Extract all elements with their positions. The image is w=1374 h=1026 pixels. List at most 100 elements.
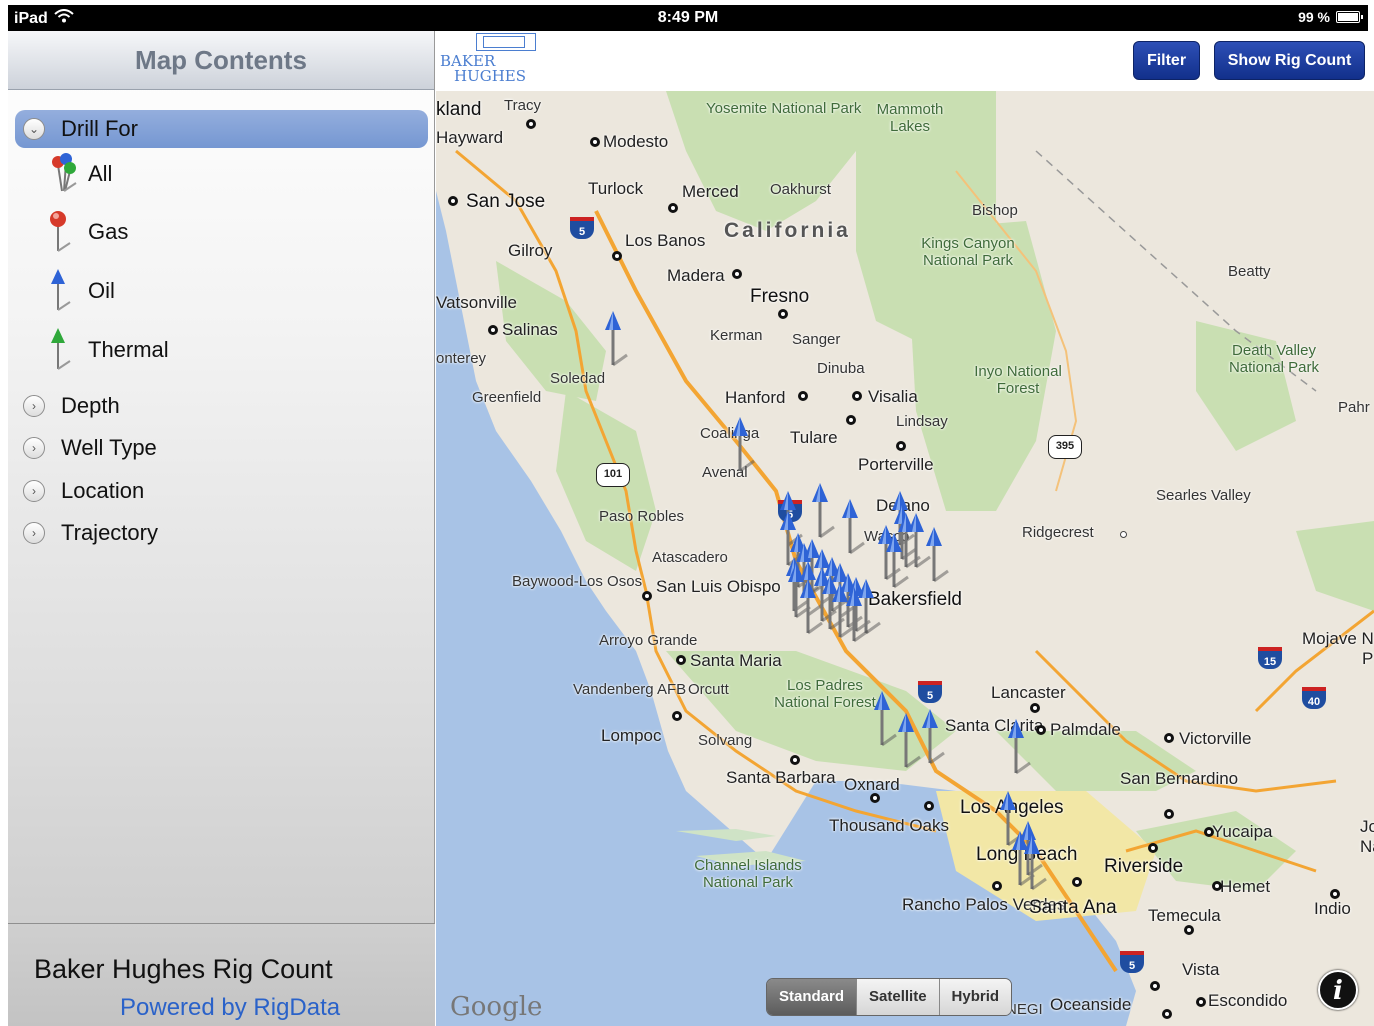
city-marker <box>526 119 536 129</box>
show-rig-count-button[interactable]: Show Rig Count <box>1214 41 1365 80</box>
city-label: Pahr <box>1338 399 1370 416</box>
oil-rig-pin[interactable] <box>896 713 922 773</box>
chevron-right-icon[interactable]: › <box>23 395 45 417</box>
green-pin-icon <box>51 328 71 370</box>
filter-item-label: All <box>88 161 113 186</box>
filter-button[interactable]: Filter <box>1133 41 1200 80</box>
city-marker <box>1330 889 1340 899</box>
filter-item-gas[interactable]: Gas <box>8 209 435 255</box>
tree-item-depth[interactable]: › Depth <box>8 391 435 421</box>
city-label: Visalia <box>868 387 918 406</box>
city-marker <box>992 881 1002 891</box>
chevron-right-icon[interactable]: › <box>23 437 45 459</box>
filter-item-all[interactable]: All <box>8 151 435 197</box>
city-label: Santa Maria <box>690 651 782 670</box>
oil-rig-pin[interactable] <box>603 311 629 371</box>
tree-item-label: Location <box>61 478 145 503</box>
city-label: Bakersfield <box>868 589 962 610</box>
city-label: Mojave N <box>1302 629 1374 648</box>
city-label: Oakhurst <box>770 181 831 198</box>
city-marker <box>896 441 906 451</box>
city-label: Vatsonville <box>436 293 517 312</box>
interstate-shield: 15 <box>1258 647 1282 669</box>
map-type-satellite[interactable]: Satellite <box>856 979 939 1015</box>
tree-item-trajectory[interactable]: › Trajectory <box>8 518 435 548</box>
city-label: Orcutt <box>688 681 729 698</box>
oil-rig-pin[interactable] <box>798 579 824 639</box>
oil-rig-pin[interactable] <box>920 709 946 769</box>
chevron-right-icon[interactable]: › <box>23 480 45 502</box>
city-label: Hayward <box>436 128 504 147</box>
tree-item-location[interactable]: › Location <box>8 476 435 506</box>
map-type-hybrid[interactable]: Hybrid <box>938 979 1012 1015</box>
tree-item-label: Trajectory <box>61 520 158 545</box>
info-icon[interactable]: i <box>1318 970 1358 1010</box>
city-label: Solvang <box>698 732 753 749</box>
chevron-down-icon[interactable]: ⌄ <box>23 118 45 140</box>
oil-rig-pin[interactable] <box>730 417 756 477</box>
city-label: Dinuba <box>817 360 865 377</box>
oil-rig-pin[interactable] <box>1022 835 1048 895</box>
city-label: Santa Barbara <box>726 768 836 787</box>
city-label: Escondido <box>1208 991 1288 1010</box>
us-highway-shield: 101 <box>596 463 630 487</box>
city-label: Fresno <box>750 286 810 307</box>
oil-rig-pin[interactable] <box>1006 719 1032 779</box>
oil-rig-pin[interactable] <box>840 499 866 559</box>
city-label: Tracy <box>504 97 541 114</box>
status-bar: iPad 8:49 PM 99 % <box>8 5 1368 31</box>
city-label: Atascadero <box>652 549 728 566</box>
oil-rig-pin[interactable] <box>872 691 898 751</box>
map-toolbar: BAKER HUGHES Filter Show Rig Count <box>436 31 1374 91</box>
filter-item-thermal[interactable]: Thermal <box>8 327 435 373</box>
city-label: Santa Ana <box>1029 897 1117 918</box>
oil-rig-pin[interactable] <box>844 587 870 647</box>
city-label: San Luis Obispo <box>656 577 781 596</box>
tree-item-well-type[interactable]: › Well Type <box>8 433 435 463</box>
city-label: Lindsay <box>896 413 948 430</box>
city-label: Salinas <box>502 320 558 339</box>
city-label: Oxnard <box>844 775 900 794</box>
powered-by-link[interactable]: Powered by RigData <box>120 994 340 1022</box>
city-marker <box>1148 843 1158 853</box>
city-label: Modesto <box>603 132 669 151</box>
city-label: Ridgecrest <box>1022 524 1094 541</box>
city-marker <box>1204 827 1214 837</box>
filter-item-label: Thermal <box>88 337 169 362</box>
city-marker <box>1164 809 1174 819</box>
city-label: onterey <box>436 350 487 367</box>
park-label: Kings Canyon National Park <box>921 235 1015 269</box>
map-type-standard[interactable]: Standard <box>767 979 857 1015</box>
baker-hughes-logo: BAKER HUGHES <box>440 33 536 89</box>
city-label: Paso Robles <box>599 508 685 525</box>
city-marker <box>1184 925 1194 935</box>
city-marker <box>1196 997 1206 1007</box>
city-label: Vandenberg AFB <box>573 681 687 698</box>
battery-icon <box>1336 11 1363 23</box>
city-label: Lompoc <box>601 726 662 745</box>
park-label: Death Valley National Park <box>1228 342 1320 376</box>
city-marker <box>798 391 808 401</box>
oil-rig-pin[interactable] <box>906 513 932 573</box>
tree-item-label: Well Type <box>61 435 157 460</box>
city-label: San Bernardino <box>1120 769 1239 788</box>
map-view[interactable]: California kland Tracy Hayward Modesto T… <box>436 91 1374 1026</box>
map-type-control[interactable]: Standard Satellite Hybrid <box>766 978 1013 1016</box>
city-marker <box>668 203 678 213</box>
city-marker <box>612 251 622 261</box>
city-marker <box>1162 1009 1172 1019</box>
us-highway-shield: 395 <box>1048 435 1082 459</box>
city-label: Palmdale <box>1050 720 1121 739</box>
city-marker <box>1212 881 1222 891</box>
chevron-right-icon[interactable]: › <box>23 522 45 544</box>
city-marker <box>924 801 934 811</box>
filter-item-oil[interactable]: Oil <box>8 268 435 314</box>
city-marker <box>870 793 880 803</box>
city-label: P <box>1362 649 1374 668</box>
city-marker <box>642 591 652 601</box>
city-marker <box>852 391 862 401</box>
city-marker <box>1030 703 1040 713</box>
filter-item-label: Oil <box>88 278 115 303</box>
panel-footer: Baker Hughes Rig Count Powered by RigDat… <box>8 923 435 1026</box>
tree-item-drill-for[interactable]: ⌄ Drill For <box>15 110 428 148</box>
